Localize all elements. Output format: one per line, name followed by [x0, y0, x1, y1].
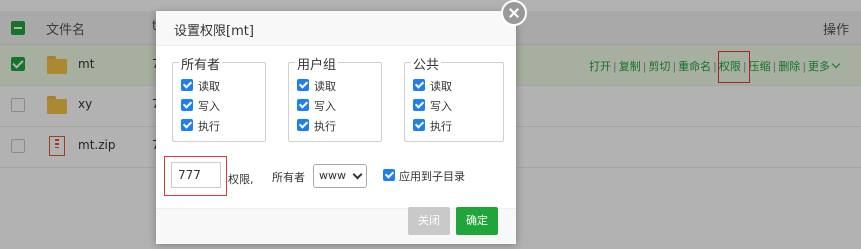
owner-permission-group: 所有者 读取 写入 执行 — [172, 54, 266, 142]
group-legend: 用户组 — [295, 54, 339, 73]
group-permission-group: 用户组 读取 写入 执行 — [288, 54, 382, 142]
perm-label: 执行 — [198, 120, 220, 133]
group-legend: 公共 — [411, 54, 442, 73]
permission-label: 权限, — [228, 173, 254, 186]
dialog-titlebar: 设置权限[mt] — [156, 11, 516, 46]
close-icon[interactable] — [501, 0, 527, 26]
checkbox-checked-icon — [181, 99, 193, 111]
perm-label: 执行 — [314, 120, 336, 133]
checkbox-checked-icon — [181, 79, 193, 91]
checkbox-checked-icon — [181, 119, 193, 131]
perm-label: 执行 — [430, 120, 452, 133]
checkbox-checked-icon — [297, 99, 309, 111]
confirm-button[interactable]: 确定 — [456, 207, 498, 235]
public-permission-group: 公共 读取 写入 执行 — [404, 54, 504, 142]
perm-label: 读取 — [198, 80, 220, 93]
owner-select[interactable]: www — [313, 164, 367, 188]
perm-label: 写入 — [314, 100, 336, 113]
checkbox-checked-icon — [413, 119, 425, 131]
perm-label: 读取 — [314, 80, 336, 93]
perm-label: 写入 — [430, 100, 452, 113]
checkbox-checked-icon — [413, 99, 425, 111]
checkbox-checked-icon — [297, 119, 309, 131]
checkbox-checked-icon — [413, 79, 425, 91]
apply-subdir-checkbox[interactable] — [383, 169, 395, 181]
close-button[interactable]: 关闭 — [408, 207, 450, 235]
checkbox-checked-icon — [297, 79, 309, 91]
dialog-title: 设置权限[mt] — [174, 24, 254, 39]
chevron-down-icon — [352, 169, 363, 180]
perm-label: 读取 — [430, 80, 452, 93]
perm-label: 写入 — [198, 100, 220, 113]
apply-subdir-label: 应用到子目录 — [399, 170, 465, 183]
owner-label: 所有者 — [272, 171, 305, 184]
group-legend: 所有者 — [179, 54, 223, 73]
permission-input-highlight-box — [164, 156, 227, 196]
owner-select-value: www — [319, 169, 346, 182]
